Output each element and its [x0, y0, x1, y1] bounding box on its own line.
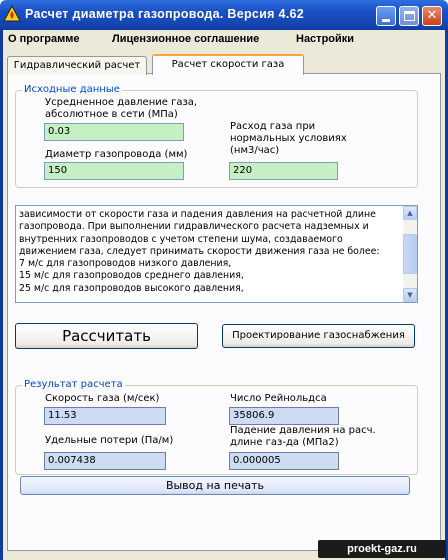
- info-memo[interactable]: зависимости от скорости газа и падения д…: [15, 205, 418, 303]
- print-button[interactable]: Вывод на печать: [20, 476, 410, 495]
- chevron-down-icon: ▼: [407, 291, 413, 299]
- memo-text: зависимости от скорости газа и падения д…: [19, 209, 403, 295]
- close-button[interactable]: ✕: [422, 6, 442, 26]
- memo-line: 15 м/с для газопроводов среднего давлени…: [19, 270, 244, 282]
- results-legend: Результат расчета: [22, 379, 125, 390]
- memo-line: зависимости от скорости газа и падения д…: [19, 209, 376, 220]
- window-title: Расчет диаметра газопровода. Версия 4.62: [25, 7, 305, 21]
- memo-line: 25 м/с для газопроводов высокого давлени…: [19, 282, 244, 294]
- chevron-up-icon: ▲: [407, 209, 413, 217]
- speed-label: Скорость газа (м/сек): [45, 393, 160, 404]
- pressure-drop-label-line1: Падение давления на расч.: [230, 425, 376, 436]
- tab-gas-speed[interactable]: Расчет скорости газа: [152, 54, 304, 75]
- scroll-up-button[interactable]: ▲: [403, 206, 417, 220]
- watermark-label: proekt-gaz.ru: [318, 540, 446, 558]
- reynolds-label: Число Рейнольдса: [230, 393, 327, 404]
- memo-scrollbar[interactable]: ▲ ▼: [403, 206, 417, 302]
- menu-settings[interactable]: Настройки: [296, 33, 354, 45]
- pressure-drop-output: 0.000005: [229, 452, 339, 470]
- maximize-icon: [404, 11, 415, 21]
- calculate-button[interactable]: Рассчитать: [15, 323, 198, 349]
- flow-label-line2: нормальных условиях: [230, 133, 347, 144]
- maximize-button[interactable]: [399, 6, 419, 26]
- memo-line: газопровода. При выполнении гидравлическ…: [19, 221, 369, 233]
- tab-hydraulic[interactable]: Гидравлический расчет: [7, 56, 147, 75]
- close-icon: ✕: [426, 8, 438, 23]
- flow-label-line3: (нм3/час): [230, 145, 280, 156]
- memo-line: 7 м/с для газопроводов низкого давления,: [19, 258, 232, 270]
- scroll-thumb[interactable]: [403, 234, 417, 274]
- flow-label-line1: Расход газа при: [230, 121, 316, 132]
- pressure-input[interactable]: 0.03: [44, 123, 184, 141]
- pressure-label-line2: абсолютное в сети (МПа): [45, 109, 178, 120]
- pressure-drop-label-line2: длине газ-да (МПа2): [230, 437, 339, 448]
- memo-line: движением газа, следует принимать скорос…: [19, 245, 380, 257]
- diameter-input[interactable]: 150: [44, 162, 184, 180]
- flow-input[interactable]: 220: [229, 162, 338, 180]
- menu-license[interactable]: Лицензионное соглашение: [112, 33, 259, 45]
- minimize-button[interactable]: [376, 6, 396, 26]
- menu-about[interactable]: О программе: [8, 33, 80, 45]
- diameter-label: Диаметр газопровода (мм): [45, 149, 188, 160]
- minimize-icon: [382, 19, 390, 22]
- reynolds-output: 35806.9: [229, 407, 339, 425]
- scroll-down-button[interactable]: ▼: [403, 288, 417, 302]
- memo-line: внутренних газопроводов с учетом степени…: [19, 233, 343, 245]
- losses-output: 0.007438: [44, 452, 166, 470]
- losses-label: Удельные потери (Па/м): [45, 435, 174, 446]
- input-data-legend: Исходные данные: [22, 84, 122, 95]
- app-flame-icon: [3, 5, 21, 22]
- design-button[interactable]: Проектирование газоснабжения: [222, 324, 415, 348]
- pressure-label-line1: Усредненное давление газа,: [45, 97, 198, 108]
- speed-output: 11.53: [44, 407, 166, 425]
